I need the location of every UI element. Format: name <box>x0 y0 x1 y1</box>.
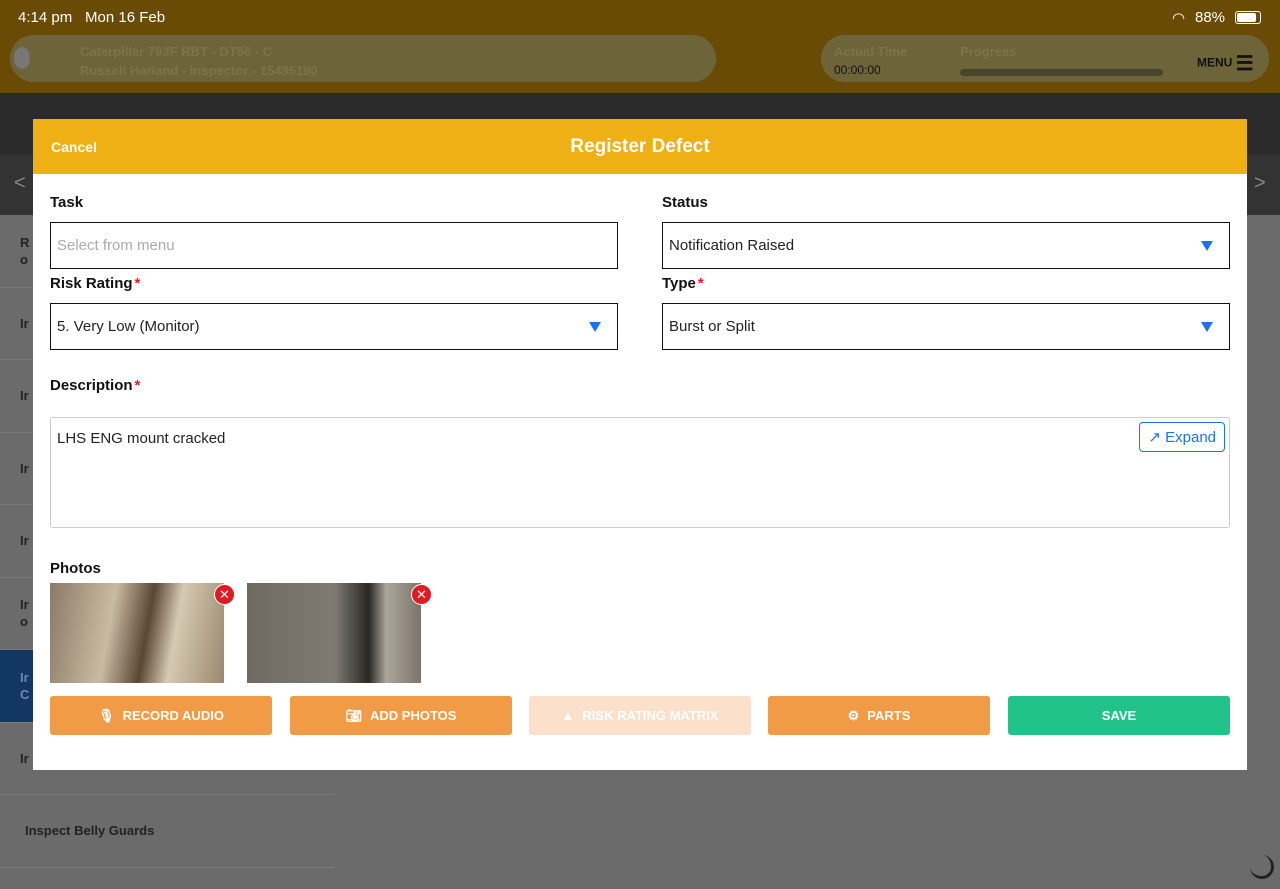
description-label: Description * <box>50 377 141 394</box>
dialog-header: Cancel Register Defect <box>33 119 1247 174</box>
risk-rating-value: 5. Very Low (Monitor) <box>57 318 200 335</box>
register-defect-dialog: Cancel Register Defect Task Select from … <box>33 119 1247 770</box>
machine-name: Caterpillar 793F RBT - DT56 - C <box>80 44 273 59</box>
risk-rating-select[interactable]: 5. Very Low (Monitor) <box>50 303 618 350</box>
timer-panel: Actual Time 00:00:00 Progress MENU ☰ <box>821 35 1269 82</box>
list-item-label: Ir C <box>20 669 30 702</box>
hamburger-icon: ☰ <box>1235 53 1254 75</box>
progress-label: Progress <box>960 44 1017 59</box>
expand-arrow-icon: ↗ <box>1148 429 1161 446</box>
record-audio-label: RECORD AUDIO <box>122 708 224 723</box>
wifi-icon: ◠ <box>1172 10 1186 27</box>
description-textarea[interactable]: LHS ENG mount cracked ↗ Expand <box>50 417 1230 528</box>
dropdown-arrow-icon <box>1201 322 1213 332</box>
save-label: SAVE <box>1101 708 1137 723</box>
risk-rating-label: Risk Rating * <box>50 275 141 292</box>
list-item-label: Ir <box>20 750 29 766</box>
list-item-label: Ir <box>20 388 29 404</box>
expand-label: Expand <box>1165 429 1216 446</box>
status-label: Status <box>662 194 708 211</box>
expand-button[interactable]: ↗ Expand <box>1139 422 1225 452</box>
progress-bar <box>960 69 1163 76</box>
chevron-right-icon[interactable]: > <box>1254 172 1266 195</box>
list-item-label: Ir <box>20 533 29 549</box>
type-label: Type * <box>662 275 704 292</box>
record-audio-button[interactable]: 🎙︎ RECORD AUDIO <box>50 696 272 735</box>
actual-time: 00:00:00 <box>834 63 881 77</box>
task-label: Task <box>50 194 84 211</box>
remove-photo-icon[interactable]: ✕ <box>214 584 235 605</box>
photo-thumbnail[interactable]: ✕ <box>50 583 235 683</box>
status-select[interactable]: Notification Raised <box>662 222 1230 269</box>
gear-icon: ⚙ <box>847 707 860 723</box>
menu-button[interactable]: MENU ☰ <box>1197 51 1254 76</box>
type-select[interactable]: Burst or Split <box>662 303 1230 350</box>
microphone-icon: 🎙︎ <box>98 707 115 723</box>
photo-thumbnail[interactable]: ✕ <box>247 583 432 683</box>
dialog-title: Register Defect <box>570 136 710 157</box>
type-value: Burst or Split <box>669 318 755 335</box>
list-item-label: R o <box>20 234 30 267</box>
add-photos-button[interactable]: 📷︎ ADD PHOTOS <box>290 696 512 735</box>
menu-label: MENU <box>1197 55 1233 70</box>
battery-level: 88% <box>1195 9 1226 26</box>
machine-info[interactable]: Caterpillar 793F RBT - DT56 - C Russell … <box>10 35 716 82</box>
chevron-left-icon[interactable]: < <box>14 172 26 195</box>
list-item[interactable]: Inspect Belly Guards <box>0 795 335 868</box>
type-text: Type <box>662 275 696 292</box>
remove-photo-icon[interactable]: ✕ <box>411 584 432 605</box>
save-button[interactable]: SAVE <box>1008 696 1230 735</box>
add-photos-label: ADD PHOTOS <box>370 708 457 723</box>
status-time: 4:14 pm <box>18 9 73 26</box>
photos-label: Photos <box>50 560 101 577</box>
list-item-label: Ir <box>20 460 29 476</box>
risk-matrix-label: RISK RATING MATRIX <box>582 708 719 723</box>
task-select[interactable]: Select from menu <box>50 222 618 269</box>
top-bar: 4:14 pm Mon 16 Feb ◠ 88% Caterpillar 793… <box>0 0 1280 93</box>
camera-icon: 📷︎ <box>345 707 363 723</box>
dropdown-arrow-icon <box>1201 241 1213 251</box>
gear-logo-icon <box>14 47 30 69</box>
cone-icon: ▲ <box>561 708 575 723</box>
actual-time-label: Actual Time <box>834 44 908 59</box>
list-item-label: Ir <box>20 315 29 331</box>
loading-spinner-icon <box>1250 855 1274 879</box>
status-date: Mon 16 Feb <box>85 9 166 26</box>
parts-button[interactable]: ⚙ PARTS <box>768 696 990 735</box>
parts-label: PARTS <box>867 708 911 723</box>
status-value: Notification Raised <box>669 237 795 254</box>
description-text: Description <box>50 377 133 394</box>
task-placeholder: Select from menu <box>57 237 175 254</box>
risk-rating-text: Risk Rating <box>50 275 133 292</box>
battery-icon <box>1235 11 1261 24</box>
dropdown-arrow-icon <box>589 322 601 332</box>
description-value: LHS ENG mount cracked <box>57 430 226 447</box>
risk-rating-matrix-button[interactable]: ▲ RISK RATING MATRIX <box>529 696 751 735</box>
user-info: Russell Harland - Inspector - 15495190 <box>80 63 318 78</box>
list-item-label: Ir o <box>20 597 29 630</box>
